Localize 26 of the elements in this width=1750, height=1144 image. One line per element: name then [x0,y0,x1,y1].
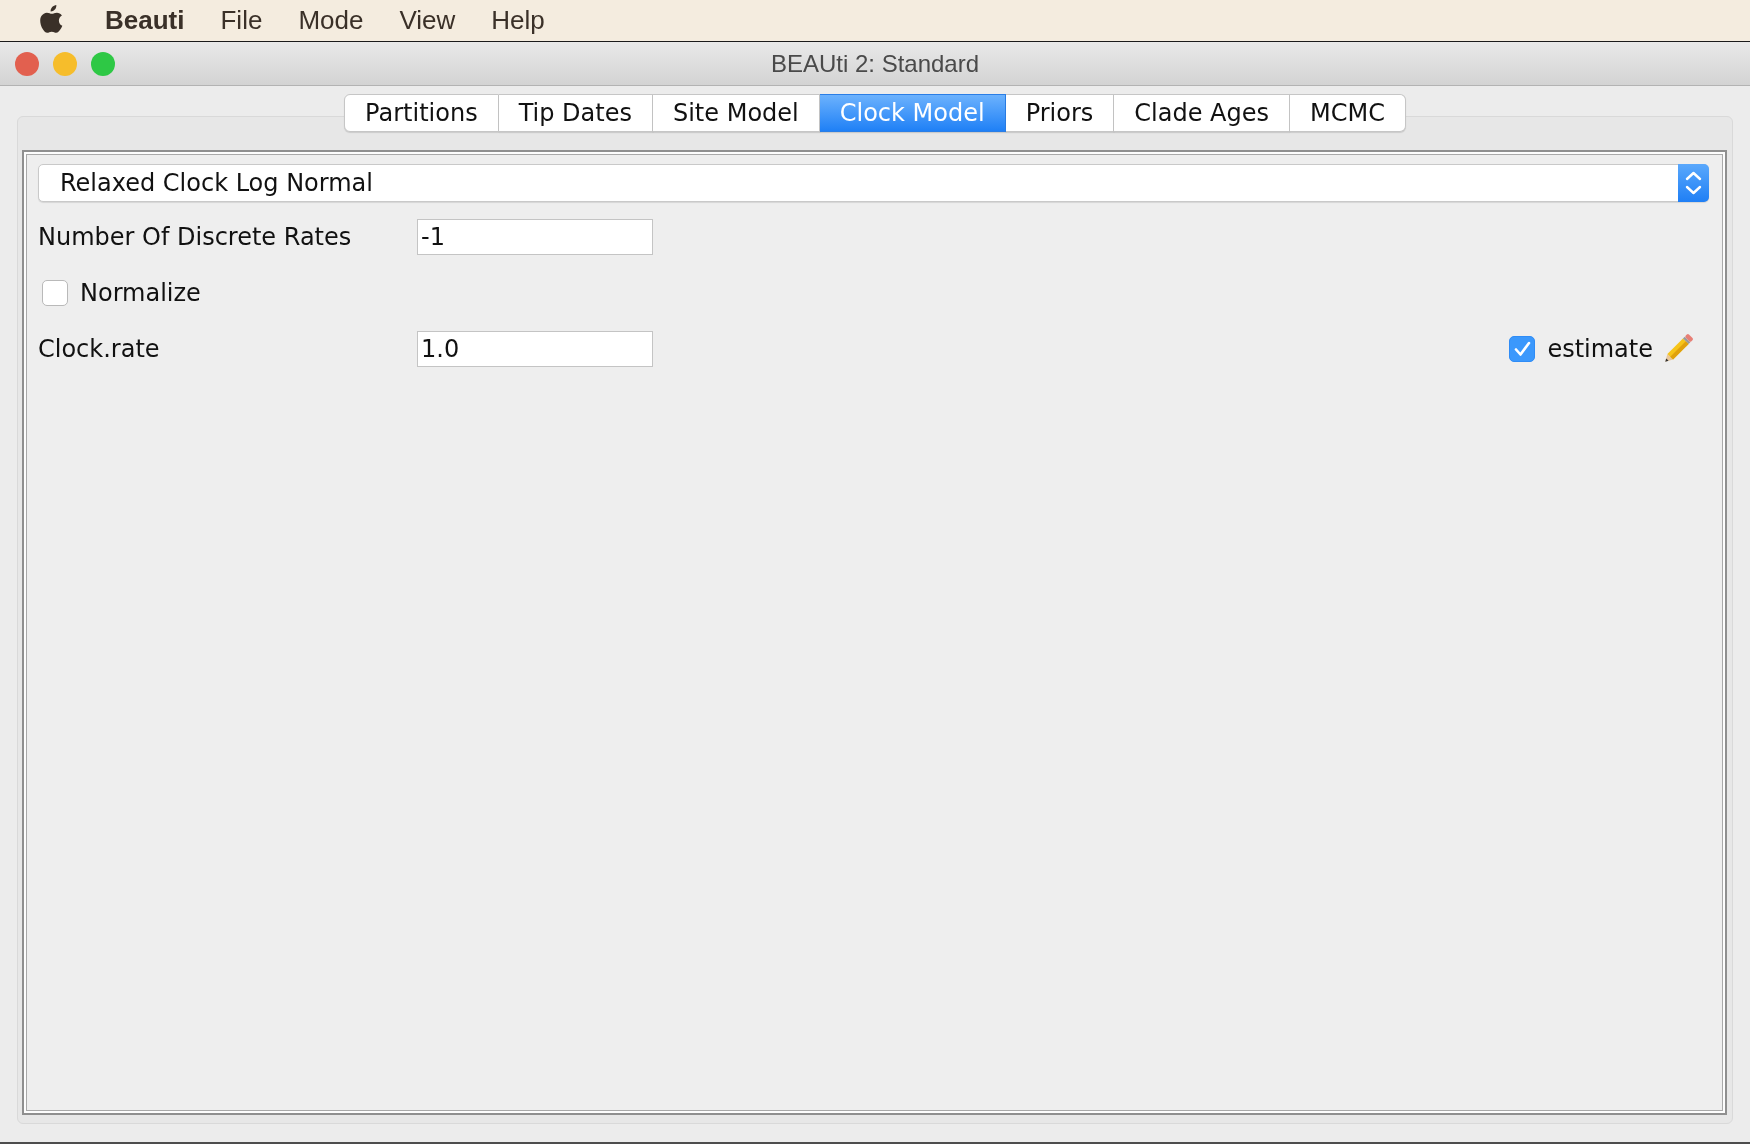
menu-item[interactable]: View [399,5,456,36]
checkbox[interactable] [1509,336,1536,362]
tab[interactable]: Tip Dates [498,94,653,132]
tab[interactable]: Priors [1005,94,1115,132]
checkmark-icon [1513,341,1531,357]
tab[interactable]: MCMC [1289,94,1406,132]
apple-icon[interactable] [40,5,64,33]
window-zoom-button[interactable] [91,51,115,76]
window-close-button[interactable] [15,51,39,76]
menu-item[interactable]: Help [491,5,545,36]
field-label: Clock.rate [38,335,160,363]
tab[interactable]: Clade Ages [1114,94,1290,132]
menu-item[interactable]: File [220,5,263,36]
app-menu[interactable]: Beauti [105,5,185,36]
menu-item[interactable]: Mode [298,5,364,36]
text-field[interactable]: -1 [417,219,653,255]
tab[interactable]: Partitions [344,94,499,132]
model-dropdown[interactable]: Relaxed Clock Log Normal [38,164,1709,202]
checkbox-label: Normalize [80,279,201,307]
checkbox-label: estimate [1547,335,1653,363]
window-title: BEAUti 2: Standard [770,49,980,78]
tab[interactable]: Site Model [652,94,820,132]
field-label: Number Of Discrete Rates [38,223,352,251]
checkbox[interactable] [42,280,68,306]
text-field[interactable]: 1.0 [417,331,653,367]
up-down-arrows-icon[interactable] [1678,164,1709,202]
